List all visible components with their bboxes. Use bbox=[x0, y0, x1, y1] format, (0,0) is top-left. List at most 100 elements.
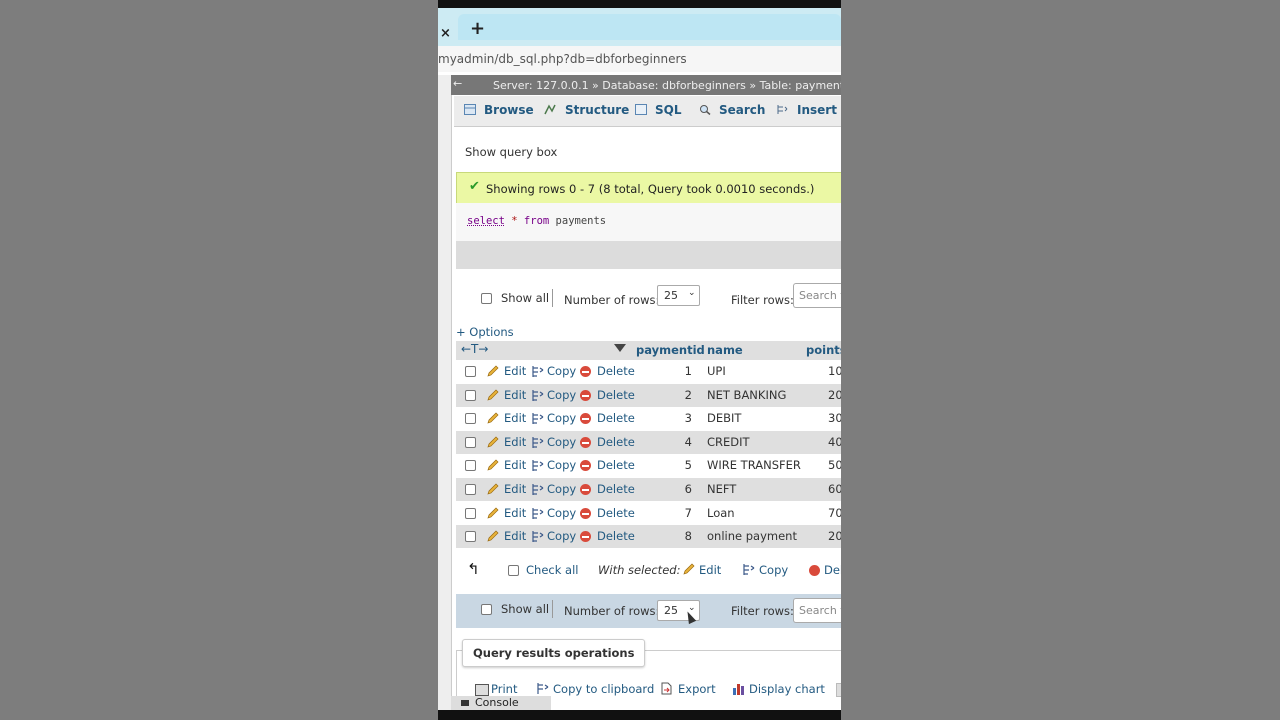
export-link[interactable]: Export bbox=[678, 682, 716, 696]
delete-icon bbox=[580, 413, 591, 424]
console-bar[interactable]: Console bbox=[451, 696, 551, 710]
table-row: Edit Copy Delete 2 NET BANKING 20 bbox=[456, 384, 841, 407]
separator bbox=[552, 289, 553, 307]
copy-link[interactable]: Copy bbox=[547, 506, 576, 520]
cell-name: online payment bbox=[707, 529, 797, 543]
copy-icon bbox=[743, 564, 755, 575]
cell-paymentid: 6 bbox=[684, 482, 692, 496]
delete-icon bbox=[580, 531, 591, 542]
tab-insert[interactable]: Insert bbox=[797, 103, 837, 117]
breadcrumb-table[interactable]: Table: payments bbox=[760, 79, 841, 92]
copy-link[interactable]: Copy bbox=[547, 482, 576, 496]
copy-link[interactable]: Copy bbox=[547, 435, 576, 449]
show-all-checkbox-bottom[interactable] bbox=[481, 604, 492, 615]
row-checkbox[interactable] bbox=[465, 460, 476, 471]
edit-link[interactable]: Edit bbox=[504, 364, 526, 378]
back-arrow-icon[interactable]: ← bbox=[453, 77, 462, 90]
cell-points: 40 bbox=[828, 435, 841, 449]
active-tab[interactable] bbox=[458, 14, 841, 40]
copy-link[interactable]: Copy bbox=[547, 411, 576, 425]
tab-browse[interactable]: Browse bbox=[484, 103, 534, 117]
copy-link[interactable]: Copy bbox=[547, 529, 576, 543]
row-checkbox[interactable] bbox=[465, 531, 476, 542]
options-link[interactable]: + Options bbox=[456, 325, 514, 339]
copy-icon bbox=[532, 460, 544, 471]
tab-search[interactable]: Search bbox=[719, 103, 765, 117]
check-all-checkbox[interactable] bbox=[508, 565, 519, 576]
delete-link[interactable]: Delete bbox=[597, 364, 635, 378]
sql-keyword-from: from bbox=[523, 215, 550, 227]
nav-panel-strip bbox=[438, 75, 451, 720]
column-header-name[interactable]: name bbox=[707, 343, 743, 357]
filter-rows-input-bottom[interactable]: Search t bbox=[793, 598, 841, 623]
copy-link[interactable]: Copy bbox=[547, 388, 576, 402]
tab-close-icon[interactable]: × bbox=[440, 26, 451, 41]
video-left-margin bbox=[0, 0, 438, 720]
table-row: Edit Copy Delete 5 WIRE TRANSFER 50 bbox=[456, 454, 841, 477]
bulk-copy-button[interactable]: Copy bbox=[759, 563, 788, 577]
bottom-bar bbox=[438, 710, 841, 720]
copy-icon bbox=[532, 413, 544, 424]
search-icon bbox=[700, 105, 711, 115]
row-checkbox[interactable] bbox=[465, 484, 476, 495]
new-tab-button[interactable]: + bbox=[470, 18, 485, 39]
copy-link[interactable]: Copy bbox=[547, 458, 576, 472]
delete-link[interactable]: Delete bbox=[597, 435, 635, 449]
breadcrumb-server[interactable]: Server: 127.0.0.1 » bbox=[493, 79, 599, 92]
copy-link[interactable]: Copy bbox=[547, 364, 576, 378]
row-checkbox[interactable] bbox=[465, 366, 476, 377]
filter-rows-input[interactable]: Search t bbox=[793, 283, 841, 308]
rows-per-page-select[interactable]: 25 ⌄ bbox=[657, 285, 700, 306]
edit-link[interactable]: Edit bbox=[504, 435, 526, 449]
print-link[interactable]: Print bbox=[491, 682, 517, 696]
delete-link[interactable]: Delete bbox=[597, 482, 635, 496]
with-selected-label: With selected: bbox=[598, 563, 681, 577]
edit-link[interactable]: Edit bbox=[504, 506, 526, 520]
delete-icon bbox=[809, 565, 820, 576]
row-checkbox[interactable] bbox=[465, 508, 476, 519]
browse-icon bbox=[464, 104, 476, 115]
column-arrows-icon[interactable]: ←T→ bbox=[461, 342, 488, 356]
tab-structure[interactable]: Structure bbox=[565, 103, 629, 117]
chevron-down-icon: ⌄ bbox=[688, 288, 696, 298]
print-icon bbox=[475, 684, 489, 696]
show-query-box-link[interactable]: Show query box bbox=[465, 145, 557, 159]
top-menu: Browse Structure SQL Search Insert bbox=[454, 96, 841, 127]
insert-icon bbox=[777, 105, 788, 114]
rows-per-page-value: 25 bbox=[664, 289, 678, 302]
breadcrumb-database[interactable]: Database: dbforbeginners » bbox=[602, 79, 756, 92]
sort-dropdown-icon[interactable] bbox=[614, 344, 626, 352]
pencil-icon bbox=[487, 507, 499, 519]
edit-link[interactable]: Edit bbox=[504, 482, 526, 496]
edit-link[interactable]: Edit bbox=[504, 458, 526, 472]
delete-link[interactable]: Delete bbox=[597, 388, 635, 402]
bulk-delete-button[interactable]: Del bbox=[824, 563, 841, 577]
delete-icon bbox=[580, 390, 591, 401]
row-checkbox[interactable] bbox=[465, 413, 476, 424]
copy-to-clipboard-link[interactable]: Copy to clipboard bbox=[553, 682, 654, 696]
display-chart-link[interactable]: Display chart bbox=[749, 682, 825, 696]
pencil-icon bbox=[487, 483, 499, 495]
delete-icon bbox=[580, 460, 591, 471]
edit-link[interactable]: Edit bbox=[504, 411, 526, 425]
top-bar bbox=[438, 0, 841, 8]
delete-link[interactable]: Delete bbox=[597, 411, 635, 425]
edit-link[interactable]: Edit bbox=[504, 529, 526, 543]
check-all-label[interactable]: Check all bbox=[526, 563, 578, 577]
show-all-checkbox[interactable] bbox=[481, 293, 492, 304]
row-checkbox[interactable] bbox=[465, 437, 476, 448]
column-header-paymentid[interactable]: paymentid bbox=[636, 343, 705, 357]
table-header: ←T→ paymentid name points bbox=[456, 341, 841, 360]
row-checkbox[interactable] bbox=[465, 390, 476, 401]
edit-link[interactable]: Edit bbox=[504, 388, 526, 402]
delete-link[interactable]: Delete bbox=[597, 506, 635, 520]
chart-icon bbox=[733, 684, 744, 695]
query-results-operations-title: Query results operations bbox=[462, 639, 646, 667]
tab-sql[interactable]: SQL bbox=[655, 103, 682, 117]
sql-keyword-select: select bbox=[467, 215, 505, 227]
bulk-edit-button[interactable]: Edit bbox=[699, 563, 721, 577]
delete-link[interactable]: Delete bbox=[597, 458, 635, 472]
url-text: myadmin/db_sql.php?db=dbforbeginners bbox=[438, 52, 687, 66]
delete-link[interactable]: Delete bbox=[597, 529, 635, 543]
column-header-points[interactable]: points bbox=[806, 343, 841, 357]
